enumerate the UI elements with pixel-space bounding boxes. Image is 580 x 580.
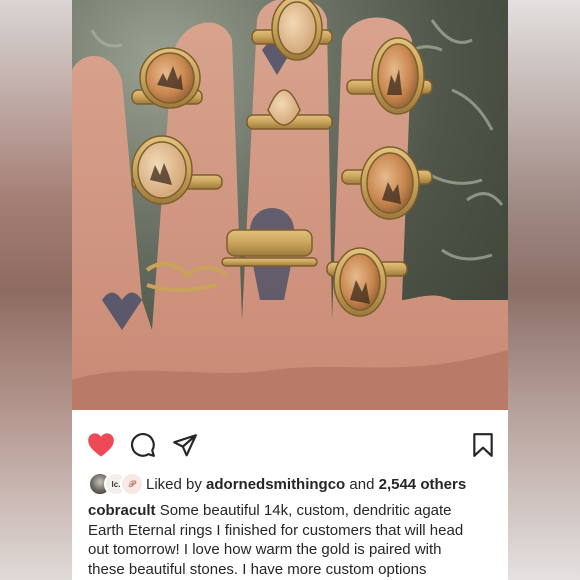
liker-avatars[interactable]: lc. 𝒫 xyxy=(88,472,144,496)
post-photo[interactable] xyxy=(72,0,508,410)
caption-text-line: Earth Eternal rings I finished for custo… xyxy=(88,521,464,539)
caption-username-link[interactable]: cobracult xyxy=(88,502,156,519)
background-blur-right xyxy=(508,0,580,580)
likes-others-link[interactable]: 2,544 others xyxy=(379,476,467,493)
send-icon[interactable] xyxy=(170,430,200,460)
caption-text-line: out tomorrow! I love how warm the gold i… xyxy=(88,541,442,558)
bookmark-icon[interactable] xyxy=(468,430,498,460)
heart-icon[interactable] xyxy=(86,430,116,460)
instagram-post: lc. 𝒫 Liked by adornedsmithingco and 2,5… xyxy=(72,0,508,580)
liked-by-username-link[interactable]: adornedsmithingco xyxy=(206,476,345,493)
caption-text-line: Some beautiful 14k, custom, dendritic ag… xyxy=(159,502,452,519)
post-caption: cobracult Some beautiful 14k, custom, de… xyxy=(88,501,498,579)
liked-by-conjunction: and xyxy=(349,475,375,493)
comment-icon[interactable] xyxy=(128,430,158,460)
hand-with-rings-illustration xyxy=(72,0,508,410)
liked-by-prefix: Liked by xyxy=(146,475,202,493)
likes-summary: lc. 𝒫 Liked by adornedsmithingco and 2,5… xyxy=(88,472,466,496)
post-action-bar xyxy=(72,424,508,462)
caption-text-line: these beautiful stones. I have more cust… xyxy=(88,560,427,578)
background-blur-left xyxy=(0,0,72,580)
avatar: 𝒫 xyxy=(120,472,144,496)
